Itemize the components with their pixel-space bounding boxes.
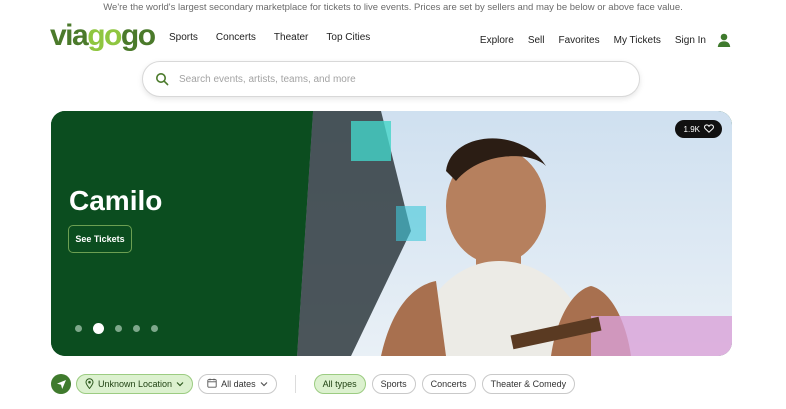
nav-sell[interactable]: Sell xyxy=(528,35,545,46)
filter-divider xyxy=(294,375,296,393)
hero-performer-photo xyxy=(51,111,732,356)
type-sports[interactable]: Sports xyxy=(371,374,416,394)
carousel-dot-2[interactable] xyxy=(93,323,104,334)
nav-sports[interactable]: Sports xyxy=(169,32,198,43)
nav-top-cities[interactable]: Top Cities xyxy=(326,32,370,43)
search-bar[interactable] xyxy=(142,61,640,97)
chevron-down-icon xyxy=(260,379,268,389)
filter-bar: Unknown Location All dates All types Spo… xyxy=(51,374,576,394)
type-theater-comedy[interactable]: Theater & Comedy xyxy=(481,374,576,394)
map-pin-icon xyxy=(85,377,94,391)
nav-concerts[interactable]: Concerts xyxy=(216,32,256,43)
nav-favorites[interactable]: Favorites xyxy=(559,35,600,46)
carousel-dot-4[interactable] xyxy=(133,325,140,332)
see-tickets-button[interactable]: See Tickets xyxy=(68,225,132,253)
hero-title: Camilo xyxy=(69,185,163,216)
logo-part-via: via xyxy=(50,19,89,52)
logo-part-go-2: go xyxy=(120,19,156,52)
nav-sign-in[interactable]: Sign In xyxy=(675,35,706,46)
carousel-dot-5[interactable] xyxy=(151,325,158,332)
nav-my-tickets[interactable]: My Tickets xyxy=(614,35,661,46)
user-icon[interactable] xyxy=(716,32,732,48)
carousel-dot-1[interactable] xyxy=(75,325,82,332)
search-icon xyxy=(155,72,169,86)
calendar-icon xyxy=(207,378,217,390)
type-all[interactable]: All types xyxy=(313,374,366,394)
carousel-dots xyxy=(75,323,158,334)
date-label: All dates xyxy=(221,379,256,389)
location-select[interactable]: Unknown Location xyxy=(76,374,194,394)
account-nav: Explore Sell Favorites My Tickets Sign I… xyxy=(480,32,732,48)
carousel-dot-3[interactable] xyxy=(115,325,122,332)
type-concerts[interactable]: Concerts xyxy=(421,374,476,394)
like-count: 1.9K xyxy=(683,124,700,134)
date-select[interactable]: All dates xyxy=(198,374,277,394)
marketplace-disclaimer: We're the world's largest secondary mark… xyxy=(103,2,683,13)
hero-banner[interactable]: Camilo See Tickets 1.9K xyxy=(51,111,732,356)
nav-theater[interactable]: Theater xyxy=(274,32,308,43)
location-arrow-icon[interactable] xyxy=(51,374,71,394)
favorite-badge[interactable]: 1.9K xyxy=(674,120,722,138)
viagogo-logo[interactable]: viagogo xyxy=(50,19,156,53)
nav-explore[interactable]: Explore xyxy=(480,35,514,46)
logo-part-go-1: go xyxy=(87,19,122,52)
search-input[interactable] xyxy=(177,72,621,86)
chevron-down-icon xyxy=(176,379,184,389)
heart-icon xyxy=(704,123,714,135)
primary-nav: Sports Concerts Theater Top Cities xyxy=(169,32,370,43)
location-label: Unknown Location xyxy=(98,379,173,389)
